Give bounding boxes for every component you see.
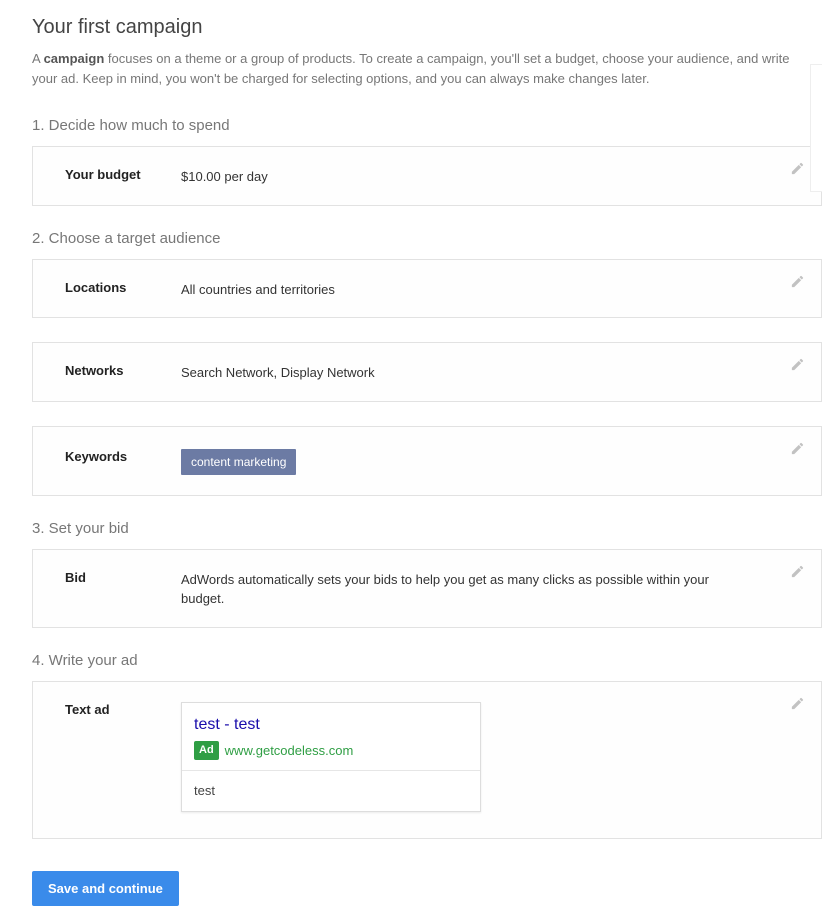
intro-bold: campaign: [44, 51, 105, 66]
pencil-icon: [790, 696, 805, 711]
bid-label: Bid: [65, 568, 181, 585]
pencil-icon: [790, 274, 805, 289]
ad-preview: test - test Ad www.getcodeless.com test: [181, 702, 481, 812]
section-heading-ad: 4. Write your ad: [32, 652, 822, 669]
intro-prefix: A: [32, 51, 44, 66]
locations-card: Locations All countries and territories: [32, 259, 822, 319]
text-ad-value: test - test Ad www.getcodeless.com test: [181, 700, 799, 812]
edit-networks-button[interactable]: [790, 357, 805, 372]
ad-url-row: Ad www.getcodeless.com: [194, 741, 468, 761]
ad-badge: Ad: [194, 741, 219, 760]
save-and-continue-button[interactable]: Save and continue: [32, 871, 179, 906]
text-ad-label: Text ad: [65, 700, 181, 717]
networks-card: Networks Search Network, Display Network: [32, 342, 822, 402]
ad-headline: test - test: [194, 713, 468, 737]
budget-value: $10.00 per day: [181, 165, 799, 187]
edit-budget-button[interactable]: [790, 161, 805, 176]
page-title: Your first campaign: [32, 16, 822, 39]
edit-keywords-button[interactable]: [790, 441, 805, 456]
intro-rest: focuses on a theme or a group of product…: [32, 51, 789, 86]
edit-text-ad-button[interactable]: [790, 696, 805, 711]
section-heading-bid: 3. Set your bid: [32, 520, 822, 537]
networks-value: Search Network, Display Network: [181, 361, 799, 383]
keywords-card: Keywords content marketing: [32, 426, 822, 496]
ad-display-url: www.getcodeless.com: [225, 741, 354, 761]
pencil-icon: [790, 441, 805, 456]
right-panel-edge: [810, 64, 822, 192]
section-heading-audience: 2. Choose a target audience: [32, 230, 822, 247]
pencil-icon: [790, 161, 805, 176]
edit-bid-button[interactable]: [790, 564, 805, 579]
edit-locations-button[interactable]: [790, 274, 805, 289]
ad-preview-top: test - test Ad www.getcodeless.com: [182, 703, 480, 772]
locations-label: Locations: [65, 278, 181, 295]
keyword-chip[interactable]: content marketing: [181, 449, 296, 475]
pencil-icon: [790, 564, 805, 579]
keywords-value: content marketing: [181, 447, 799, 475]
pencil-icon: [790, 357, 805, 372]
budget-label: Your budget: [65, 165, 181, 182]
networks-label: Networks: [65, 361, 181, 378]
bid-value: AdWords automatically sets your bids to …: [181, 568, 721, 609]
text-ad-card: Text ad test - test Ad www.getcodeless.c…: [32, 681, 822, 839]
locations-value: All countries and territories: [181, 278, 799, 300]
bid-card: Bid AdWords automatically sets your bids…: [32, 549, 822, 628]
page-intro: A campaign focuses on a theme or a group…: [32, 49, 792, 89]
section-heading-budget: 1. Decide how much to spend: [32, 117, 822, 134]
ad-description: test: [182, 771, 480, 811]
keywords-label: Keywords: [65, 447, 181, 464]
budget-card: Your budget $10.00 per day: [32, 146, 822, 206]
